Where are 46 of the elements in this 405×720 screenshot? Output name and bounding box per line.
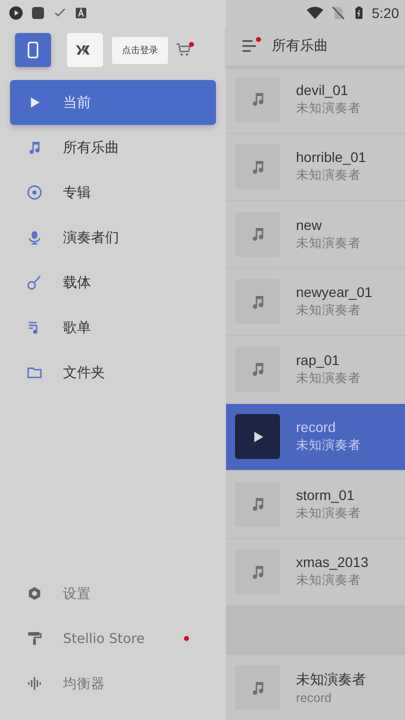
track-artist: 未知演奏者 [296,572,362,590]
no-sim-icon [330,5,346,21]
screen-title: 所有乐曲 [272,37,328,55]
track-title: xmas_2013 [296,554,368,570]
track-title: horrible_01 [296,149,366,166]
track-row[interactable]: new 未知演奏者 [226,201,405,268]
track-row[interactable]: rap_01 未知演奏者 [226,336,405,404]
track-title: devil_01 [296,82,350,98]
track-artist: 未知演奏者 [296,100,361,117]
track-artist: 未知演奏者 [296,437,361,454]
play-circle-icon [8,5,24,21]
nav-item[interactable]: 当前 [10,80,216,125]
track-artist: 未知演奏者 [296,167,362,184]
track-title: newyear_01 [296,284,372,300]
device-button[interactable] [15,33,51,67]
equalizer-icon [26,675,43,692]
nav-item[interactable]: 歌单 [0,305,226,350]
nav-item[interactable]: 所有乐曲 [0,125,226,170]
nav-item[interactable]: 载体 [0,260,226,305]
track-title: record [296,419,337,436]
track-artist: 未知演奏者 [296,504,361,522]
track-title: storm_01 [296,486,356,503]
track-artist: 未知演奏者 [296,370,361,387]
app-icon [30,5,46,21]
paint-roller-icon [26,630,43,647]
status-time: 5:20 [372,5,399,21]
disc-icon [26,184,43,201]
nav-item[interactable]: 演奏者们 [0,215,226,260]
track-row[interactable]: storm_01 未知演奏者 [226,471,405,538]
track-title: 未知演奏者 [296,670,366,688]
track-title: rap_01 [296,352,341,368]
nav-item[interactable]: 专辑 [0,170,226,215]
track-title: new [296,216,323,233]
track-row[interactable]: xmas_2013 未知演奏者 [226,538,405,606]
nav-item[interactable]: 文件夹 [0,350,226,395]
track-row[interactable]: horrible_01 未知演奏者 [226,134,405,201]
track-artist: 未知演奏者 [296,234,361,252]
microphone-icon [26,229,43,246]
login-tooltip: 点击登录 [112,36,168,64]
settings-icon [26,585,43,602]
track-row[interactable]: devil_01 未知演奏者 [226,66,405,134]
track-row[interactable]: newyear_01 未知演奏者 [226,268,405,336]
track-artist: 未知演奏者 [296,302,362,320]
guitar-icon [26,274,43,291]
vk-login-button[interactable] [67,33,103,67]
track-artist: record [296,690,332,704]
